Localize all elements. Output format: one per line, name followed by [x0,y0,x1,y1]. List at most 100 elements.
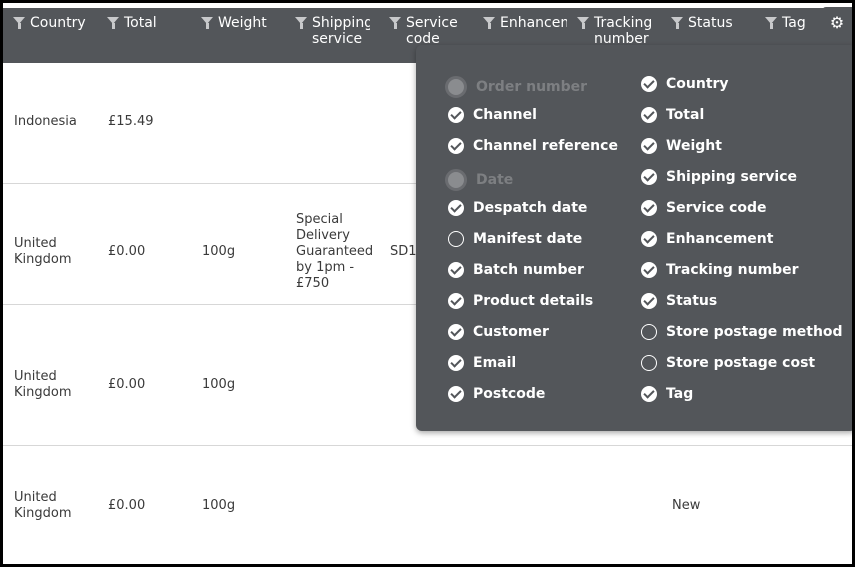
checkmark-icon[interactable] [641,200,657,216]
column-header-service-code[interactable]: Service code [389,15,461,45]
checkmark-icon[interactable] [448,138,464,154]
column-option: Date [445,169,513,191]
column-header-label: Enhancement [500,15,567,31]
column-option[interactable]: Email [448,355,516,371]
column-option[interactable]: Postcode [448,386,545,402]
column-option[interactable]: Tag [641,386,693,402]
column-option-label: Store postage cost [666,355,816,371]
checkmark-icon[interactable] [641,107,657,123]
column-option[interactable]: Batch number [448,262,584,278]
circle-icon[interactable] [448,231,464,247]
column-option[interactable]: Country [641,76,729,92]
column-option-label: Postcode [473,386,546,402]
column-header-weight[interactable]: Weight [201,15,286,31]
column-option-label: Email [473,355,517,371]
cell-country: United Kingdom [14,236,72,267]
cell-weight: 100g [202,244,236,259]
checkmark-icon [445,76,467,98]
column-option-label: Channel [473,107,537,123]
checkmark-icon[interactable] [448,200,464,216]
checkmark-icon[interactable] [641,138,657,154]
filter-icon[interactable] [765,17,777,29]
gear-icon[interactable]: ⚙ [822,7,852,37]
column-option-label: Status [666,293,718,309]
cell-shipping-service: Special Delivery Guaranteed by 1pm - £75… [296,212,374,291]
column-header-tracking-number[interactable]: Tracking number [577,15,653,45]
column-header-label: Weight [218,15,267,31]
checkmark-icon[interactable] [448,262,464,278]
column-option-label: Store postage method [666,324,843,340]
column-header-tag[interactable]: Tag [765,15,820,31]
circle-icon[interactable] [641,355,657,371]
column-option[interactable]: Channel reference [448,138,618,154]
column-option[interactable]: Product details [448,293,593,309]
filter-icon[interactable] [13,17,25,29]
column-option-label: Shipping service [666,169,798,185]
checkmark-icon[interactable] [448,324,464,340]
column-option[interactable]: Weight [641,138,722,154]
column-option[interactable]: Enhancement [641,231,773,247]
cell-total: £0.00 [108,498,146,513]
column-header-label: Status [688,15,733,31]
cell-country: United Kingdom [14,369,72,400]
column-option-label: Weight [666,138,722,154]
column-option[interactable]: Store postage method [641,324,843,340]
column-header-label: Tracking number [594,15,653,45]
column-option[interactable]: Service code [641,200,767,216]
column-header-shipping-service[interactable]: Shipping service [295,15,370,49]
column-selector-panel: Order number Channel Channel reference Date… [416,45,852,431]
filter-icon[interactable] [671,17,683,29]
filter-icon[interactable] [389,17,401,29]
column-option[interactable]: Shipping service [641,169,797,185]
column-option[interactable]: Store postage cost [641,355,815,371]
cell-total: £0.00 [108,244,146,259]
circle-icon[interactable] [641,324,657,340]
checkmark-icon[interactable] [641,76,657,92]
column-header-label: Total [124,15,157,31]
checkmark-icon[interactable] [641,231,657,247]
column-option[interactable]: Manifest date [448,231,582,247]
filter-icon[interactable] [107,17,119,29]
filter-icon[interactable] [483,17,495,29]
cell-total: £15.49 [108,114,154,129]
column-header-country[interactable]: Country [13,15,98,31]
column-option-label: Tag [666,386,694,402]
column-option-label: Tracking number [666,262,799,278]
filter-icon[interactable] [295,17,307,29]
column-option-label: Country [666,76,729,92]
column-option[interactable]: Channel [448,107,537,123]
checkmark-icon[interactable] [641,262,657,278]
filter-icon[interactable] [577,17,589,29]
column-option-label: Order number [476,79,588,95]
checkmark-icon[interactable] [641,386,657,402]
cell-country: Indonesia [14,114,77,129]
column-option-label: Enhancement [666,231,774,247]
column-option-label: Product details [473,293,594,309]
column-option-label: Channel reference [473,138,618,154]
column-option[interactable]: Status [641,293,717,309]
checkmark-icon[interactable] [448,355,464,371]
column-option-label: Total [666,107,705,123]
column-option[interactable]: Despatch date [448,200,587,216]
cell-total: £0.00 [108,377,146,392]
checkmark-icon[interactable] [448,293,464,309]
column-option-label: Despatch date [473,200,588,216]
column-header-label: Tag [782,15,806,31]
filter-icon[interactable] [201,17,213,29]
column-option-label: Service code [666,200,767,216]
column-header-label: Service code [406,15,458,45]
column-option[interactable]: Customer [448,324,549,340]
column-header-enhancement[interactable]: Enhancement [483,15,567,31]
orders-table: Country Total Weight Shipping service Se… [3,3,852,564]
column-option[interactable]: Total [641,107,704,123]
column-header-status[interactable]: Status [671,15,756,31]
column-header-total[interactable]: Total [107,15,192,31]
checkmark-icon[interactable] [641,293,657,309]
checkmark-icon[interactable] [641,169,657,185]
table-row[interactable]: United Kingdom £0.00 100g New [3,446,852,564]
column-option[interactable]: Tracking number [641,262,799,278]
column-option-label: Customer [473,324,549,340]
cell-weight: 100g [202,377,236,392]
checkmark-icon[interactable] [448,107,464,123]
checkmark-icon[interactable] [448,386,464,402]
